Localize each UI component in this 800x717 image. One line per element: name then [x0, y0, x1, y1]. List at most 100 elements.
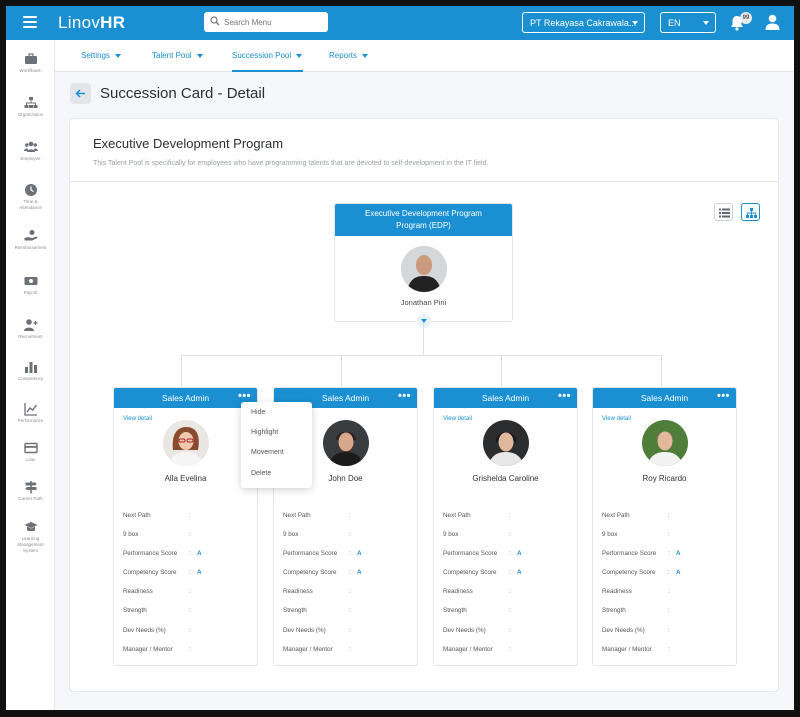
sidebar: Workflowm Organization Employee Time & A…: [6, 40, 55, 710]
sidebar-item-reimbursement[interactable]: Reimbursement: [6, 229, 55, 251]
app-logo[interactable]: LinovHR: [58, 13, 125, 33]
avatar: [163, 420, 209, 466]
menu-item-hide[interactable]: Hide: [251, 409, 265, 416]
sidebar-item-workflow[interactable]: Workflowm: [6, 52, 55, 74]
company-select[interactable]: PT Rekayasa Cakrawala...: [522, 12, 645, 33]
sidebar-item-label: Reimbursement: [14, 245, 47, 250]
view-detail-link[interactable]: View detail: [602, 416, 631, 422]
attr-readiness: Readiness:: [283, 588, 351, 596]
attr-9-box: 9 box:: [443, 531, 511, 539]
attr-manager-mentor: Manager / Mentor:: [602, 645, 670, 653]
expand-chevron-icon[interactable]: [417, 314, 431, 328]
attr-competency-score: Competency Score: A: [283, 569, 362, 577]
root-person-name: Jonathan Pini: [400, 298, 447, 307]
sidebar-item-organization[interactable]: Organization: [6, 96, 55, 118]
menu-item-highlight[interactable]: Highlight: [251, 429, 278, 436]
successor-card-header: Sales Admin •••: [593, 388, 736, 408]
sidebar-item-label: Loan: [25, 457, 36, 462]
root-title-line2: Program (EDP): [396, 221, 451, 230]
attribute-list: Next Path: 9 box: Performance Score: A Co…: [602, 512, 732, 665]
position-title: Sales Admin: [481, 393, 530, 403]
attr-9-box: 9 box:: [283, 531, 351, 539]
app-window: LinovHR PT Rekayasa Cakrawala... EN 99 W…: [6, 6, 794, 710]
attr-dev-needs: Dev Needs (%):: [123, 626, 191, 634]
sidebar-item-label: Employee: [20, 156, 41, 161]
bar-chart-icon: [24, 362, 37, 373]
sidebar-item-payroll[interactable]: Payroll: [6, 274, 55, 296]
search-input[interactable]: [224, 15, 322, 29]
attr-competency-score: Competency Score: A: [123, 569, 202, 577]
attr-readiness: Readiness:: [443, 588, 511, 596]
sidebar-item-performance[interactable]: Performance: [6, 402, 55, 424]
tab-talent-pool[interactable]: Talent Pool: [152, 40, 203, 72]
attr-dev-needs: Dev Needs (%):: [283, 626, 351, 634]
money-icon: [24, 277, 37, 285]
tab-reports[interactable]: Reports: [329, 40, 369, 72]
sidebar-item-employee[interactable]: Employee: [6, 140, 55, 162]
view-detail-link[interactable]: View detail: [443, 416, 472, 422]
attribute-list: Next Path: 9 box: Performance Score: A Co…: [283, 512, 413, 665]
users-icon: [23, 141, 38, 152]
successor-name: Alla Evelina: [164, 474, 207, 483]
notification-badge: 99: [740, 12, 752, 24]
connector-line: [181, 355, 662, 356]
sidebar-item-label: Time & Attendance: [19, 199, 42, 210]
sidebar-item-label: Competency: [17, 376, 44, 381]
user-profile-icon[interactable]: [765, 14, 780, 30]
language-select[interactable]: EN: [660, 12, 716, 33]
tab-succession-pool[interactable]: Succession Pool: [232, 40, 304, 72]
search-box[interactable]: [204, 12, 328, 32]
company-label: PT Rekayasa Cakrawala...: [530, 18, 637, 28]
root-node-header: Executive Development Program Program (E…: [335, 204, 512, 236]
sidebar-item-competency[interactable]: Competency: [6, 360, 55, 382]
connector-line: [423, 323, 424, 355]
position-title: Sales Admin: [640, 393, 689, 403]
briefcase-icon: [24, 53, 37, 64]
attr-9-box: 9 box:: [602, 531, 670, 539]
more-options-icon[interactable]: •••: [398, 388, 411, 404]
line-chart-icon: [23, 403, 37, 416]
program-title: Executive Development Program: [93, 136, 284, 151]
connector-line: [501, 355, 502, 387]
page-title: Succession Card - Detail: [100, 85, 266, 102]
attr-performance-score: Performance Score: A: [123, 550, 202, 558]
sub-navigation: Settings Talent Pool Succession Pool Rep…: [55, 40, 794, 72]
sidebar-item-label: Payroll: [23, 290, 38, 295]
attribute-list: Next Path: 9 box: Performance Score: A Co…: [443, 512, 573, 665]
tab-settings[interactable]: Settings: [81, 40, 121, 72]
attr-performance-score: Performance Score: A: [602, 550, 681, 558]
attr-performance-score: Performance Score: A: [283, 550, 362, 558]
successor-card: Sales Admin ••• View detail Grishelda Car…: [433, 387, 578, 666]
more-options-icon[interactable]: •••: [558, 388, 571, 404]
sidebar-item-recruitment[interactable]: Recruitment: [6, 318, 55, 340]
attr-readiness: Readiness:: [123, 588, 191, 596]
card-icon: [23, 442, 38, 454]
hamburger-menu-icon[interactable]: [23, 16, 37, 28]
attr-next-path: Next Path:: [602, 512, 670, 519]
sidebar-item-time-attendance[interactable]: Time & Attendance: [6, 183, 55, 211]
connector-line: [341, 355, 342, 387]
menu-item-delete[interactable]: Delete: [251, 470, 271, 477]
root-node[interactable]: Executive Development Program Program (E…: [334, 203, 513, 328]
successor-card: Sales Admin ••• View detail Alla Evelina …: [113, 387, 258, 666]
sidebar-item-career-path[interactable]: Career Path: [6, 480, 55, 502]
hand-coin-icon: [24, 230, 37, 241]
list-view-button[interactable]: [714, 203, 733, 221]
sidebar-item-lms[interactable]: Learning Management System: [6, 520, 55, 554]
more-options-icon[interactable]: •••: [717, 388, 730, 404]
attr-manager-mentor: Manager / Mentor:: [443, 645, 511, 653]
menu-item-movement[interactable]: Movement: [251, 449, 284, 456]
view-detail-link[interactable]: View detail: [123, 416, 152, 422]
sidebar-item-loan[interactable]: Loan: [6, 441, 55, 463]
clock-icon: [24, 184, 37, 196]
user-plus-icon: [23, 319, 37, 331]
connector-line: [661, 355, 662, 387]
attr-manager-mentor: Manager / Mentor:: [283, 645, 351, 653]
back-button[interactable]: [70, 83, 91, 104]
attr-dev-needs: Dev Needs (%):: [443, 626, 511, 634]
tree-view-button[interactable]: [741, 203, 760, 221]
sidebar-item-label: Learning Management System: [17, 536, 44, 553]
attr-next-path: Next Path:: [443, 512, 511, 519]
sidebar-item-label: Organization: [17, 112, 44, 117]
avatar: [483, 420, 529, 466]
